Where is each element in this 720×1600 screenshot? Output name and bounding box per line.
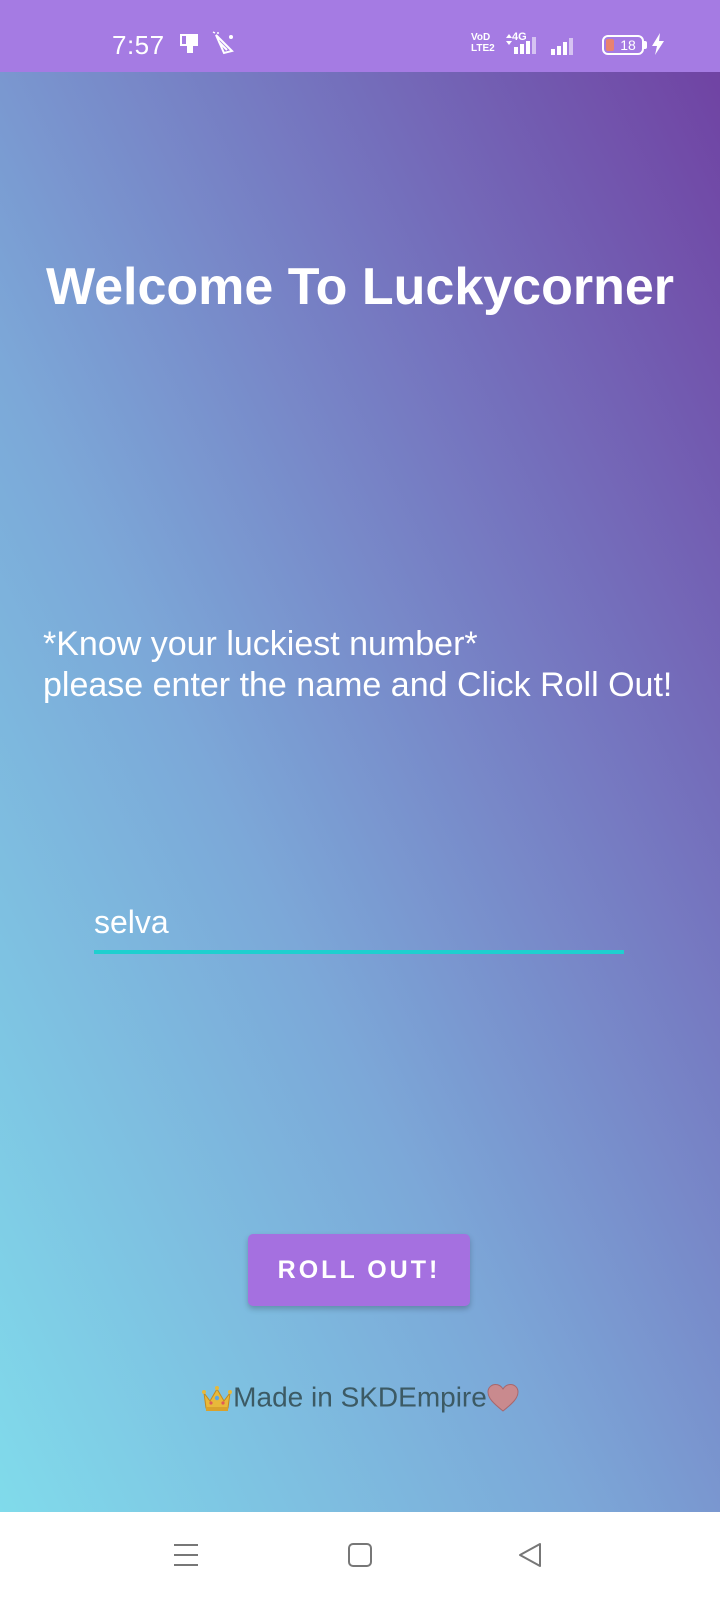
footer-text: Made in SKDEmpire [233,1381,487,1413]
signal-4g-icon: 4G [504,32,540,61]
signal-icon [550,34,580,61]
navigation-bar [0,1512,720,1600]
status-bar: 7:57 VoD LTE2 4G 18 [0,0,720,72]
footer: Made in SKDEmpire [0,1378,720,1416]
tagline-line-1: *Know your luckiest number* [43,625,478,663]
main-content: Welcome To Luckycorner *Know your luckie… [0,72,720,1512]
volte-icon: VoD LTE2 [471,32,495,54]
battery-icon: 18 [602,35,644,55]
app-screen: 7:57 VoD LTE2 4G 18 Welcome To Luckycorn… [0,0,720,1600]
back-icon[interactable] [505,1530,555,1580]
name-input[interactable] [94,894,624,954]
roll-out-button[interactable]: ROLL OUT! [248,1234,470,1306]
charging-bolt-icon [651,32,665,61]
battery-cap [644,41,647,49]
screen-cast-icon [178,33,202,60]
tagline-line-2: please enter the name and Click Roll Out… [43,666,673,704]
battery-fill [606,39,614,51]
status-time: 7:57 [112,30,165,60]
volte-label-top: VoD [471,32,491,43]
network-type-label: 4G [512,31,527,43]
tagline: *Know your luckiest number* please enter… [43,624,672,706]
heart-icon [487,1383,519,1413]
volte-label-bottom: LTE2 [471,43,495,54]
home-icon[interactable] [335,1530,385,1580]
menu-icon[interactable] [161,1530,211,1580]
page-title: Welcome To Luckycorner [45,258,675,316]
crown-icon [201,1383,233,1413]
notification-cone-icon [212,31,238,62]
battery-level: 18 [620,37,636,53]
